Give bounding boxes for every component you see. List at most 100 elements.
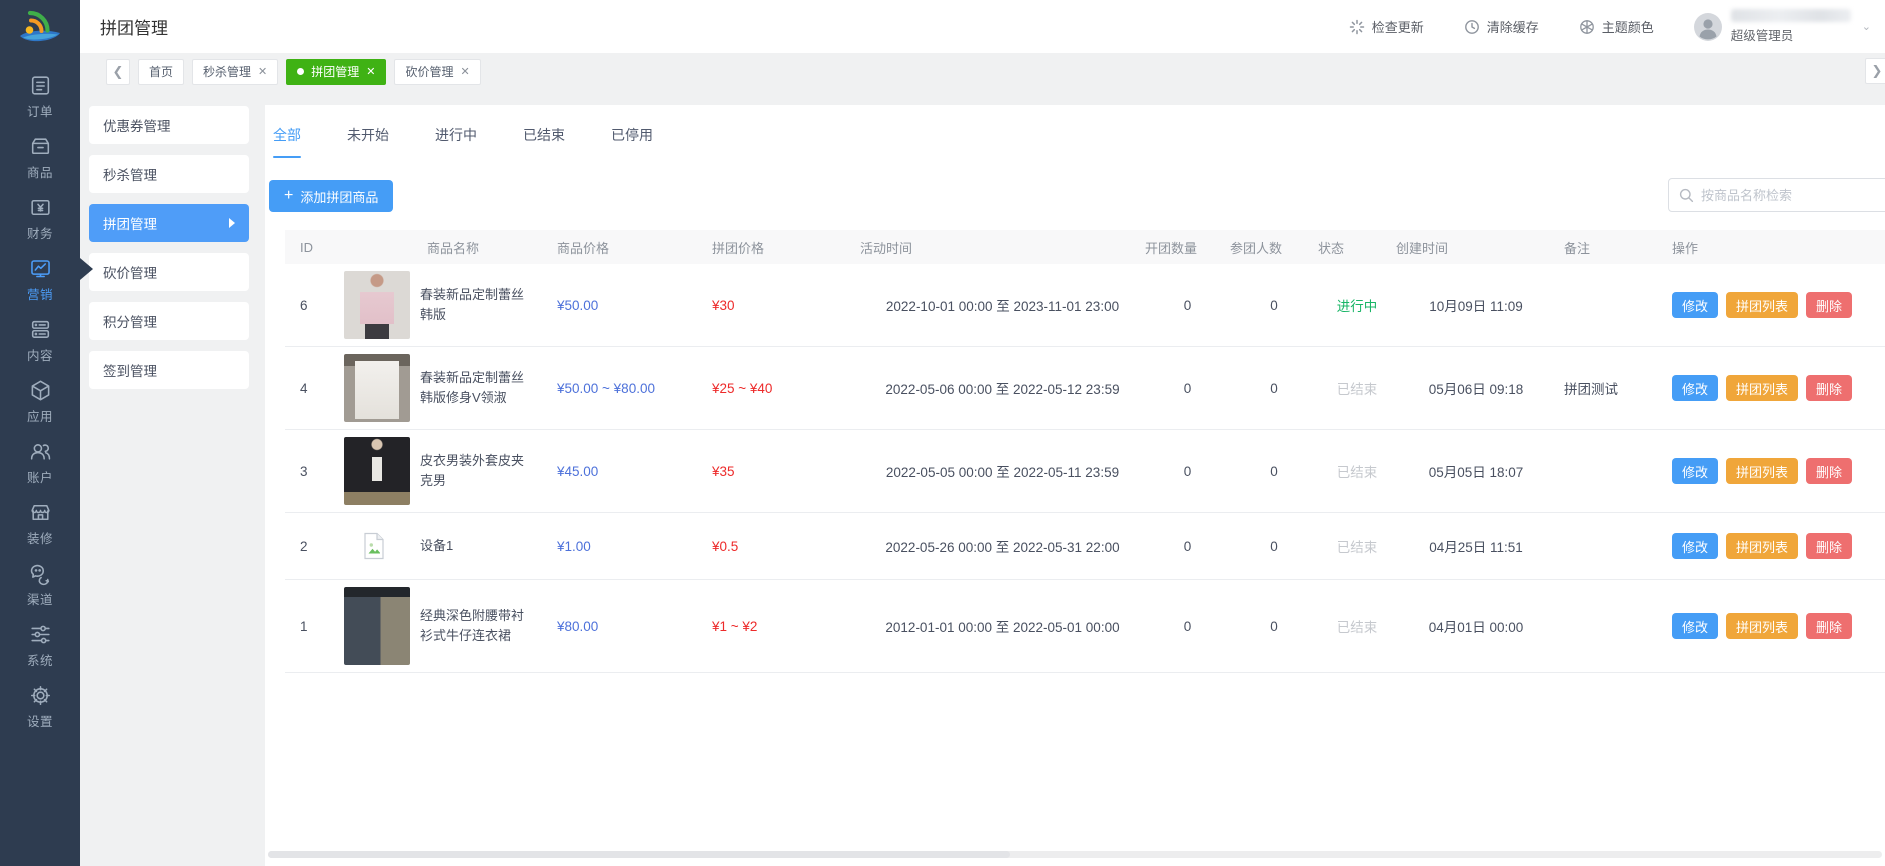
- submenu-item-label: 秒杀管理: [103, 164, 157, 184]
- group-list-button[interactable]: 拼团列表: [1726, 533, 1798, 559]
- submenu-item-积分管理[interactable]: 积分管理: [89, 302, 249, 340]
- opened-tab-砍价管理[interactable]: 砍价管理 ✕: [394, 59, 480, 85]
- edit-button[interactable]: 修改: [1672, 292, 1718, 318]
- cell-created-time: 04月25日 11:51: [1396, 513, 1556, 580]
- submenu-item-优惠券管理[interactable]: 优惠券管理: [89, 106, 249, 144]
- submenu-item-签到管理[interactable]: 签到管理: [89, 351, 249, 389]
- submenu-item-秒杀管理[interactable]: 秒杀管理: [89, 155, 249, 193]
- cell-product-price: ¥1.00: [545, 513, 700, 580]
- cell-remark: [1556, 513, 1636, 580]
- add-group-product-button[interactable]: + 添加拼团商品: [269, 180, 393, 212]
- product-name: 经典深色附腰带衬衫式牛仔连衣裙: [420, 606, 524, 646]
- status-tab-进行中[interactable]: 进行中: [435, 125, 477, 158]
- header-action-refresh[interactable]: 检查更新: [1349, 17, 1424, 36]
- apps-icon: [28, 378, 53, 403]
- status-tab-未开始[interactable]: 未开始: [347, 125, 389, 158]
- user-menu[interactable]: 超级管理员 ⌄: [1694, 9, 1871, 44]
- table-head: ID商品名称商品价格拼团价格活动时间开团数量参团人数状态创建时间备注操作: [285, 230, 1885, 264]
- sidebar-item-marketing[interactable]: 营销: [0, 249, 80, 310]
- product-name: 春装新品定制蕾丝韩版修身V领淑: [420, 368, 524, 408]
- sidebar-item-content[interactable]: 内容: [0, 310, 80, 371]
- delete-button[interactable]: 删除: [1806, 458, 1852, 484]
- sidebar-item-order[interactable]: 订单: [0, 66, 80, 127]
- close-icon[interactable]: ✕: [258, 65, 267, 78]
- brand-logo[interactable]: [0, 0, 80, 54]
- product-name: 春装新品定制蕾丝韩版: [420, 285, 524, 325]
- main-content: 全部未开始进行中已结束已停用 + 添加拼团商品 ID商品名称商品价格拼团价格活动…: [258, 90, 1885, 866]
- group-list-button[interactable]: 拼团列表: [1726, 613, 1798, 639]
- sidebar-item-account[interactable]: 账户: [0, 432, 80, 493]
- app-window: 订单商品财务营销内容应用账户装修渠道系统设置 拼团管理 检查更新 清除缓存 主题颜色…: [0, 0, 1885, 866]
- product-cell: 春装新品定制蕾丝韩版修身V领淑: [340, 354, 545, 422]
- tabs-scroll-left-button[interactable]: ❮: [106, 59, 130, 85]
- column-header-参团人数: 参团人数: [1230, 230, 1318, 264]
- horizontal-scrollbar[interactable]: [268, 851, 1882, 858]
- sidebar-item-channel[interactable]: 渠道: [0, 554, 80, 615]
- cell-joined-count: 0: [1230, 430, 1318, 513]
- status-tab-已停用[interactable]: 已停用: [611, 125, 653, 158]
- sidebar-item-finance[interactable]: 财务: [0, 188, 80, 249]
- tabs-scroll-right-button[interactable]: ❯: [1865, 58, 1885, 84]
- opened-tab-秒杀管理[interactable]: 秒杀管理✕: [192, 59, 278, 85]
- decorate-icon: [28, 500, 53, 525]
- cell-joined-count: 0: [1230, 347, 1318, 430]
- sidebar-item-decorate[interactable]: 装修: [0, 493, 80, 554]
- cell-group-price: ¥0.5: [700, 513, 860, 580]
- submenu-item-砍价管理[interactable]: 砍价管理: [89, 253, 249, 291]
- sidebar-item-label: 渠道: [27, 589, 53, 608]
- edit-button[interactable]: 修改: [1672, 375, 1718, 401]
- close-icon[interactable]: ✕: [366, 65, 375, 78]
- opened-tab-拼团管理[interactable]: 拼团管理✕: [286, 59, 386, 85]
- close-icon[interactable]: ✕: [461, 65, 470, 78]
- header-action-theme-color[interactable]: 主题颜色: [1579, 17, 1654, 36]
- tab-label: 砍价管理: [405, 63, 453, 80]
- content-card: 全部未开始进行中已结束已停用 + 添加拼团商品 ID商品名称商品价格拼团价格活动…: [265, 105, 1885, 866]
- group-list-button[interactable]: 拼团列表: [1726, 292, 1798, 318]
- product-cell: 经典深色附腰带衬衫式牛仔连衣裙: [340, 587, 545, 665]
- sidebar-item-system[interactable]: 系统: [0, 615, 80, 676]
- settings-icon: [28, 683, 53, 708]
- column-header-创建时间: 创建时间: [1396, 230, 1556, 264]
- group-list-button[interactable]: 拼团列表: [1726, 458, 1798, 484]
- delete-button[interactable]: 删除: [1806, 613, 1852, 639]
- cell-activity-time: 2022-05-05 00:00 至 2022-05-11 23:59: [860, 430, 1145, 513]
- status-tab-全部[interactable]: 全部: [273, 125, 301, 158]
- column-header-商品名称: 商品名称: [340, 230, 545, 264]
- header-action-clock[interactable]: 清除缓存: [1464, 17, 1539, 36]
- tabbar-tabs: 首页 秒杀管理✕ 拼团管理✕ 砍价管理 ✕: [138, 59, 481, 85]
- cell-actions: 修改拼团列表删除: [1636, 580, 1885, 673]
- sidebar-item-settings[interactable]: 设置: [0, 676, 80, 737]
- cell-product-price: ¥50.00: [545, 264, 700, 347]
- status-tab-已结束[interactable]: 已结束: [523, 125, 565, 158]
- cell-created-time: 05月06日 09:18: [1396, 347, 1556, 430]
- cell-actions: 修改拼团列表删除: [1636, 513, 1885, 580]
- status-badge: 进行中: [1318, 264, 1396, 347]
- cell-opened-count: 0: [1145, 347, 1230, 430]
- cell-actions: 修改拼团列表删除: [1636, 347, 1885, 430]
- sidebar-item-apps[interactable]: 应用: [0, 371, 80, 432]
- delete-button[interactable]: 删除: [1806, 533, 1852, 559]
- cell-joined-count: 0: [1230, 580, 1318, 673]
- search-input[interactable]: [1701, 188, 1885, 203]
- edit-button[interactable]: 修改: [1672, 533, 1718, 559]
- status-badge: 已结束: [1318, 347, 1396, 430]
- cell-created-time: 10月09日 11:09: [1396, 264, 1556, 347]
- cell-activity-time: 2022-10-01 00:00 至 2023-11-01 23:00: [860, 264, 1145, 347]
- column-header-操作: 操作: [1636, 230, 1885, 264]
- column-header-开团数量: 开团数量: [1145, 230, 1230, 264]
- avatar: [1694, 13, 1722, 41]
- sidebar-item-label: 设置: [27, 711, 53, 730]
- horizontal-scrollbar-thumb[interactable]: [268, 851, 1010, 858]
- submenu-item-拼团管理[interactable]: 拼团管理: [89, 204, 249, 242]
- sidebar-item-goods[interactable]: 商品: [0, 127, 80, 188]
- edit-button[interactable]: 修改: [1672, 613, 1718, 639]
- edit-button[interactable]: 修改: [1672, 458, 1718, 484]
- tab-label: 首页: [149, 63, 173, 80]
- group-list-button[interactable]: 拼团列表: [1726, 375, 1798, 401]
- cell-actions: 修改拼团列表删除: [1636, 430, 1885, 513]
- user-role: 超级管理员: [1731, 25, 1851, 44]
- delete-button[interactable]: 删除: [1806, 292, 1852, 318]
- cell-id: 2: [285, 513, 340, 580]
- opened-tab-首页[interactable]: 首页: [138, 59, 184, 85]
- delete-button[interactable]: 删除: [1806, 375, 1852, 401]
